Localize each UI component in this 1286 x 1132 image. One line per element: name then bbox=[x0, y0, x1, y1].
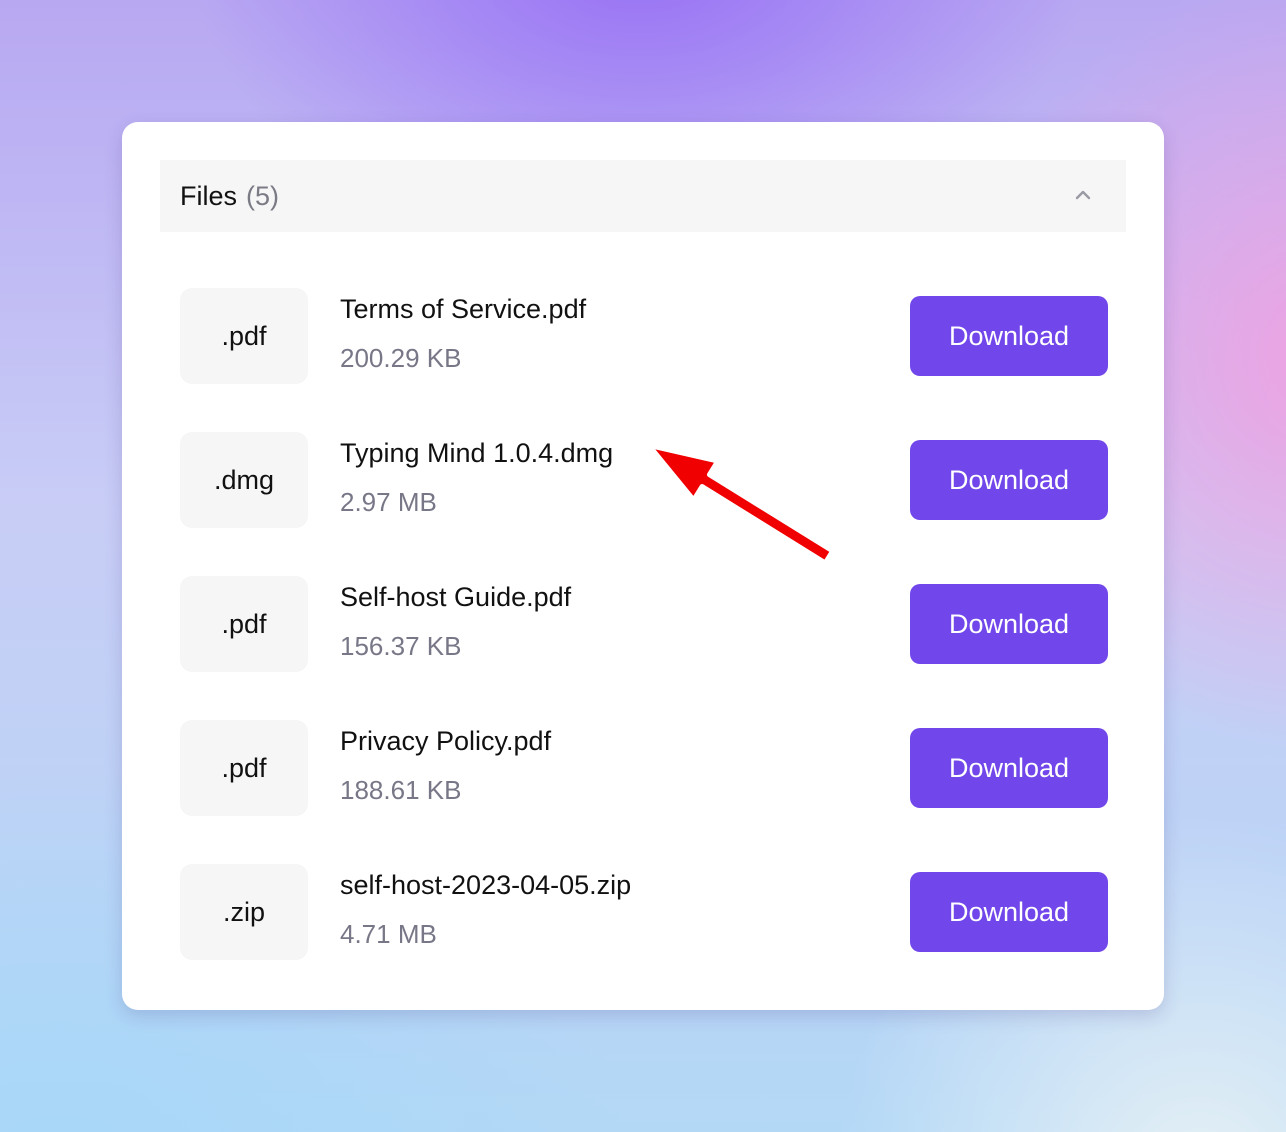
file-size: 4.71 MB bbox=[340, 919, 437, 949]
download-button[interactable]: Download bbox=[910, 584, 1108, 664]
file-type-badge: .dmg bbox=[180, 432, 308, 528]
download-button[interactable]: Download bbox=[910, 728, 1108, 808]
files-card: Files (5) .pdf Terms of Service.pdf 200.… bbox=[122, 122, 1164, 1010]
file-name: self-host-2023-04-05.zip bbox=[340, 870, 632, 900]
file-size: 200.29 KB bbox=[340, 343, 462, 373]
file-type-badge: .pdf bbox=[180, 576, 308, 672]
file-name: Privacy Policy.pdf bbox=[340, 726, 552, 756]
file-type-badge: .pdf bbox=[180, 288, 308, 384]
file-type-badge: .zip bbox=[180, 864, 308, 960]
download-button[interactable]: Download bbox=[910, 872, 1108, 952]
download-button[interactable]: Download bbox=[910, 296, 1108, 376]
file-name: Typing Mind 1.0.4.dmg bbox=[340, 438, 614, 468]
file-row: .pdf Privacy Policy.pdf 188.61 KB Downlo… bbox=[180, 720, 1108, 816]
file-size: 156.37 KB bbox=[340, 631, 462, 661]
file-name: Self-host Guide.pdf bbox=[340, 582, 572, 612]
files-header[interactable]: Files (5) bbox=[160, 160, 1126, 232]
file-size: 2.97 MB bbox=[340, 487, 437, 517]
file-row: .zip self-host-2023-04-05.zip 4.71 MB Do… bbox=[180, 864, 1108, 960]
files-count: (5) bbox=[246, 180, 280, 211]
file-row: .pdf Self-host Guide.pdf 156.37 KB Downl… bbox=[180, 576, 1108, 672]
file-row: .pdf Terms of Service.pdf 200.29 KB Down… bbox=[180, 288, 1108, 384]
file-name: Terms of Service.pdf bbox=[340, 294, 587, 324]
file-row: .dmg Typing Mind 1.0.4.dmg 2.97 MB Downl… bbox=[180, 432, 1108, 528]
files-title: Files bbox=[180, 180, 238, 211]
chevron-up-icon[interactable] bbox=[1072, 184, 1094, 206]
file-size: 188.61 KB bbox=[340, 775, 462, 805]
file-type-badge: .pdf bbox=[180, 720, 308, 816]
download-button[interactable]: Download bbox=[910, 440, 1108, 520]
